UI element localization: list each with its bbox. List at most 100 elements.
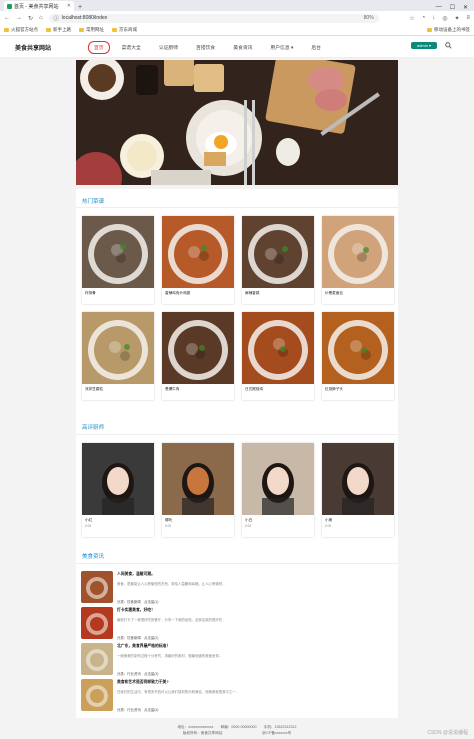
recipe-card[interactable]: 麻辣香锅	[242, 216, 314, 304]
address-bar-row: ← → ↻ ⌂ ⓘ localhost:8080/index 80% ☆ ◔ ↓…	[0, 11, 474, 25]
recipe-image[interactable]	[82, 216, 154, 288]
reload-icon[interactable]: ↻	[28, 15, 33, 22]
tab-strip: 首页 - 美食共享网站 ✕ + — ☐ ✕	[0, 0, 474, 11]
bookmark-item[interactable]: 新手上路	[46, 27, 71, 33]
recipe-name[interactable]: 葱爆牛肉	[162, 384, 234, 393]
news-thumbnail[interactable]	[81, 607, 113, 639]
recipe-card[interactable]: 凉拌豆腐粒	[82, 312, 154, 400]
chef-score: 0.00	[325, 524, 332, 528]
recipe-name[interactable]: 日式照烧鸡	[242, 384, 314, 393]
nav-news[interactable]: 美食资讯	[227, 41, 258, 54]
bookmark-item[interactable]: 京东商城	[112, 27, 137, 33]
recipe-card[interactable]: 炒黑麦面丝	[322, 216, 394, 304]
section-title-chefs: 高评厨师	[82, 425, 105, 431]
back-icon[interactable]: ←	[4, 15, 10, 21]
chef-card[interactable]: 小白 0.00	[242, 443, 314, 537]
chef-name[interactable]: 小美	[322, 515, 394, 524]
account-icon[interactable]: ◎	[442, 15, 447, 22]
nav-user-info[interactable]: 用户信息 ▾	[264, 41, 299, 54]
recipe-image[interactable]	[162, 216, 234, 288]
bookmark-item[interactable]: 常用网址	[79, 27, 104, 33]
site-logo[interactable]: 美食共享网站	[15, 43, 51, 52]
recipe-image[interactable]	[242, 312, 314, 384]
chef-card[interactable]: 小红 0.00	[82, 443, 154, 537]
bookmark-star-icon[interactable]: ☆	[409, 15, 414, 22]
news-title[interactable]: 打卡实惠美食，好吃！	[117, 608, 155, 613]
hero-banner-image[interactable]	[76, 60, 398, 185]
new-tab-button[interactable]: +	[78, 4, 82, 11]
nav-diet[interactable]: 百搭饮食	[190, 41, 221, 54]
news-item[interactable]: 打卡实惠美食，好吃！ 最新打卡了一家很好吃的餐厅，分享一下我的经验，这家店真的很好…	[81, 607, 391, 641]
news-summary: 美食，是最能让人心情愉悦的东西，带给人温暖和幸福，让人心情愉悦...	[117, 582, 225, 586]
site-footer: 地址：xxxxxxxxxxxxxx 邮编：0000-00000000 手机：13…	[76, 721, 398, 739]
recipe-image[interactable]	[322, 216, 394, 288]
recipe-card[interactable]: 日式照烧鸡	[242, 312, 314, 400]
divider	[76, 207, 398, 208]
recipe-image[interactable]	[82, 312, 154, 384]
forward-icon[interactable]: →	[16, 15, 22, 21]
chef-avatar[interactable]	[322, 443, 394, 515]
chef-name[interactable]: 小红	[82, 515, 154, 524]
news-title[interactable]: 人间美食，温暖可期。	[117, 572, 155, 577]
recipe-card[interactable]: 葱爆牛肉	[162, 312, 234, 400]
recipe-name[interactable]: 炸排骨	[82, 288, 154, 297]
recipe-name[interactable]: 麻辣香锅	[242, 288, 314, 297]
recipe-image[interactable]	[162, 312, 234, 384]
toolbar-icons: ☆ ◔ ↓ ◎ ✦ ≡	[409, 15, 470, 22]
news-title[interactable]: 美食和艺术是否同样致力于美?	[117, 680, 169, 685]
nav-recipes[interactable]: 菜谱大全	[116, 41, 147, 54]
news-thumbnail[interactable]	[81, 643, 113, 675]
recipe-name[interactable]: 香辣鸡肉炒鸡翅	[162, 288, 234, 297]
news-summary: 在我们的生活中，有很多东西可以让我们感到快乐和满足，而美食就是其中之一...	[117, 690, 239, 694]
minimize-button[interactable]: —	[436, 4, 442, 11]
site-info-icon[interactable]: ⓘ	[54, 15, 59, 22]
news-item[interactable]: 美食和艺术是否同样致力于美? 在我们的生活中，有很多东西可以让我们感到快乐和满足，…	[81, 679, 391, 713]
home-icon[interactable]: ⌂	[39, 15, 43, 21]
chef-avatar[interactable]	[82, 443, 154, 515]
url-field[interactable]: ⓘ localhost:8080/index 80%	[48, 13, 379, 23]
divider	[76, 563, 398, 564]
recipe-name[interactable]: 炒黑麦面丝	[322, 288, 394, 297]
chef-score: 0.00	[85, 524, 92, 528]
nav-chefs[interactable]: 认证厨师	[153, 41, 184, 54]
maximize-button[interactable]: ☐	[450, 4, 455, 11]
recipe-name[interactable]: 红烧狮子头	[322, 384, 394, 393]
recipe-card[interactable]: 香辣鸡肉炒鸡翅	[162, 216, 234, 304]
recipe-card[interactable]: 红烧狮子头	[322, 312, 394, 400]
tab-close-icon[interactable]: ✕	[67, 3, 71, 9]
chef-name[interactable]: 哪吒	[162, 515, 234, 524]
news-title[interactable]: 北广东，美食界最严格的标准！	[117, 644, 170, 649]
chef-avatar[interactable]	[242, 443, 314, 515]
folder-icon	[79, 28, 84, 32]
news-item[interactable]: 北广东，美食界最严格的标准！ 一碗美食的制作过程十分考究，用最好的食材，做最地道的…	[81, 643, 391, 677]
nav-home[interactable]: 首页	[88, 41, 110, 54]
mobile-bookmarks[interactable]: 移动设备上的书签	[427, 27, 470, 33]
download-icon[interactable]: ↓	[432, 15, 435, 22]
zoom-level[interactable]: 80%	[364, 15, 374, 21]
chef-card[interactable]: 哪吒 0.00	[162, 443, 234, 537]
recipe-name[interactable]: 凉拌豆腐粒	[82, 384, 154, 393]
news-item[interactable]: 人间美食，温暖可期。美食，是最能让人心情愉悦的东西，带给人温暖和幸福，让人心情愉…	[81, 571, 391, 605]
nav-admin[interactable]: 后台	[305, 41, 327, 54]
pocket-icon[interactable]: ◔	[422, 15, 426, 22]
search-icon[interactable]	[445, 42, 452, 49]
browser-chrome: 首页 - 美食共享网站 ✕ + — ☐ ✕ ← → ↻ ⌂ ⓘ localhos…	[0, 0, 474, 36]
user-menu-button[interactable]: admin ▾	[411, 42, 437, 49]
news-thumbnail[interactable]	[81, 571, 113, 603]
recipe-image[interactable]	[322, 312, 394, 384]
chef-card[interactable]: 小美 0.00	[322, 443, 394, 537]
chef-avatar[interactable]	[162, 443, 234, 515]
news-thumbnail[interactable]	[81, 679, 113, 711]
menu-icon[interactable]: ≡	[466, 15, 470, 22]
extensions-icon[interactable]: ✦	[454, 15, 459, 22]
close-window-button[interactable]: ✕	[463, 4, 468, 11]
bookmark-item[interactable]: 火狐官方站点	[4, 27, 38, 33]
news-meta: 分类：行业资讯 点击量(3)	[117, 672, 159, 676]
chef-name[interactable]: 小白	[242, 515, 314, 524]
divider	[76, 434, 398, 435]
browser-tab[interactable]: 首页 - 美食共享网站 ✕	[4, 1, 74, 11]
page-content: 美食共享网站 首页 菜谱大全 认证厨师 百搭饮食 美食资讯 用户信息 ▾ 后台 …	[0, 36, 474, 739]
recipe-card[interactable]: 炸排骨	[82, 216, 154, 304]
recipe-image[interactable]	[242, 216, 314, 288]
nav-menu: 首页 菜谱大全 认证厨师 百搭饮食 美食资讯 用户信息 ▾ 后台	[88, 41, 327, 54]
